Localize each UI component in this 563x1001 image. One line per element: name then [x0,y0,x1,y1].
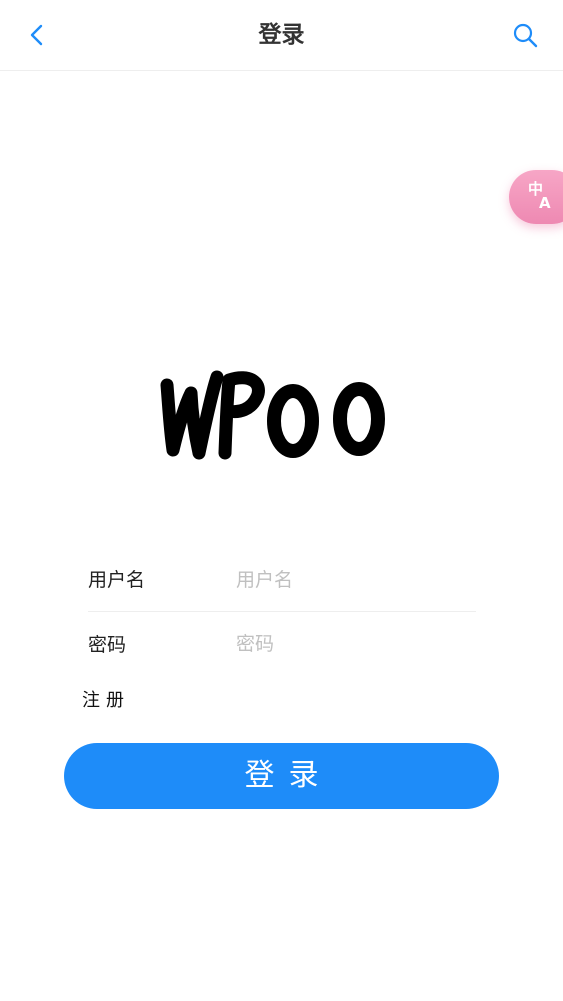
search-icon [513,23,538,48]
logo-graphic [160,370,385,460]
password-input[interactable] [236,626,466,662]
register-link[interactable]: 注册 [82,688,130,714]
password-label: 密码 [88,634,127,656]
login-form: 用户名 密码 [88,548,476,675]
page-title: 登录 [258,22,305,48]
translate-button[interactable]: 中 A [509,170,563,224]
password-row: 密码 [88,612,476,675]
app-logo: WPoo [155,365,400,465]
login-button[interactable]: 登录 [64,743,499,809]
top-navbar: 登录 [0,0,563,71]
username-row: 用户名 [88,548,476,612]
logo-text: WPoo [400,365,401,366]
username-label: 用户名 [88,569,146,591]
username-input[interactable] [236,562,466,598]
search-button[interactable] [510,20,540,50]
